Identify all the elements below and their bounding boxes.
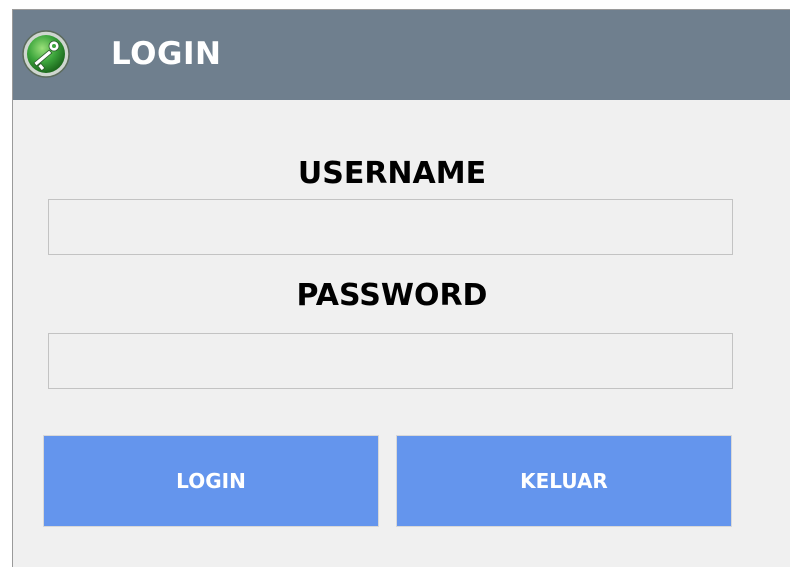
key-icon bbox=[21, 29, 71, 79]
keluar-button[interactable]: KELUAR bbox=[396, 435, 732, 527]
window-title: LOGIN bbox=[111, 36, 222, 72]
username-field[interactable] bbox=[48, 199, 733, 255]
title-bar: LOGIN bbox=[13, 10, 790, 100]
password-label: PASSWORD bbox=[296, 278, 488, 313]
login-window: LOGIN USERNAME PASSWORD LOGIN KELUAR bbox=[12, 9, 790, 567]
password-field[interactable] bbox=[48, 333, 733, 389]
username-label: USERNAME bbox=[297, 156, 487, 191]
login-button[interactable]: LOGIN bbox=[43, 435, 379, 527]
